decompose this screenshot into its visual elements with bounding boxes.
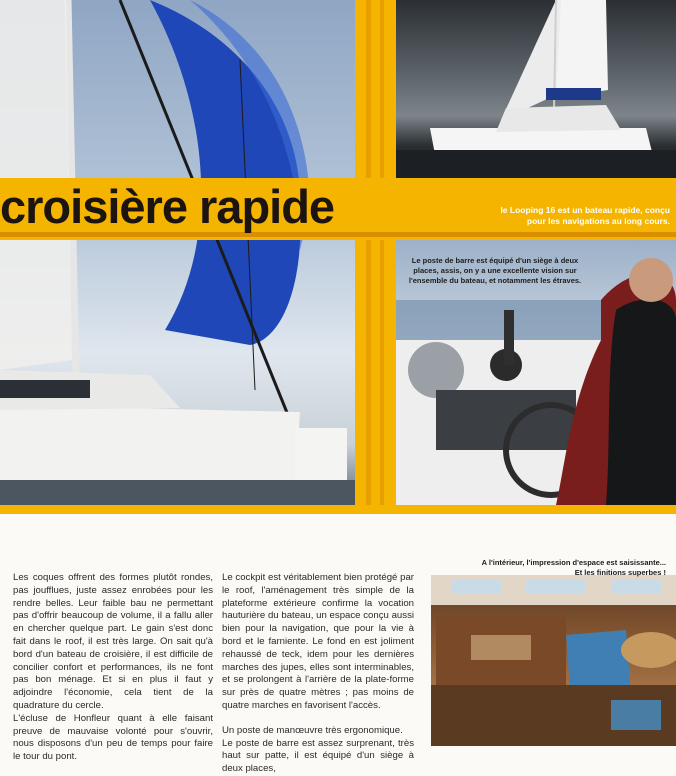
vertical-stripe — [366, 0, 371, 505]
article-column-1: Les coques offrent des formes plutôt ron… — [13, 572, 213, 764]
interior-caption: A l'intérieur, l'impression d'espace est… — [436, 558, 666, 578]
sailboat-illustration — [0, 0, 355, 505]
vertical-band — [355, 0, 396, 505]
paragraph: L'écluse de Honfleur quant à elle faisan… — [13, 712, 213, 763]
paragraph: Les coques offrent des formes plutôt ron… — [13, 572, 213, 711]
cockpit-caption: Le poste de barre est équipé d'un siège … — [408, 256, 582, 285]
interior-illustration — [431, 575, 676, 746]
vertical-stripe — [380, 0, 384, 505]
subheading: Un poste de manœuvre très ergonomique. — [222, 724, 403, 736]
interior-photo — [431, 575, 676, 746]
article-column-2: Le cockpit est véritablement bien protég… — [222, 572, 414, 776]
page-title: croisière rapide — [0, 180, 335, 233]
catamaran-photo — [396, 0, 676, 178]
interior-caption-line: Et les finitions superbes ! — [574, 568, 666, 577]
sailboat-photo — [0, 0, 355, 505]
interior-caption-line: A l'intérieur, l'impression d'espace est… — [481, 558, 666, 567]
catamaran-illustration — [396, 0, 676, 178]
boat-caption: le Looping 16 est un bateau rapide, conç… — [500, 205, 670, 226]
paragraph: Le poste de barre est assez surprenant, … — [222, 737, 414, 775]
bottom-band — [0, 505, 676, 514]
paragraph: Le cockpit est véritablement bien protég… — [222, 572, 414, 711]
